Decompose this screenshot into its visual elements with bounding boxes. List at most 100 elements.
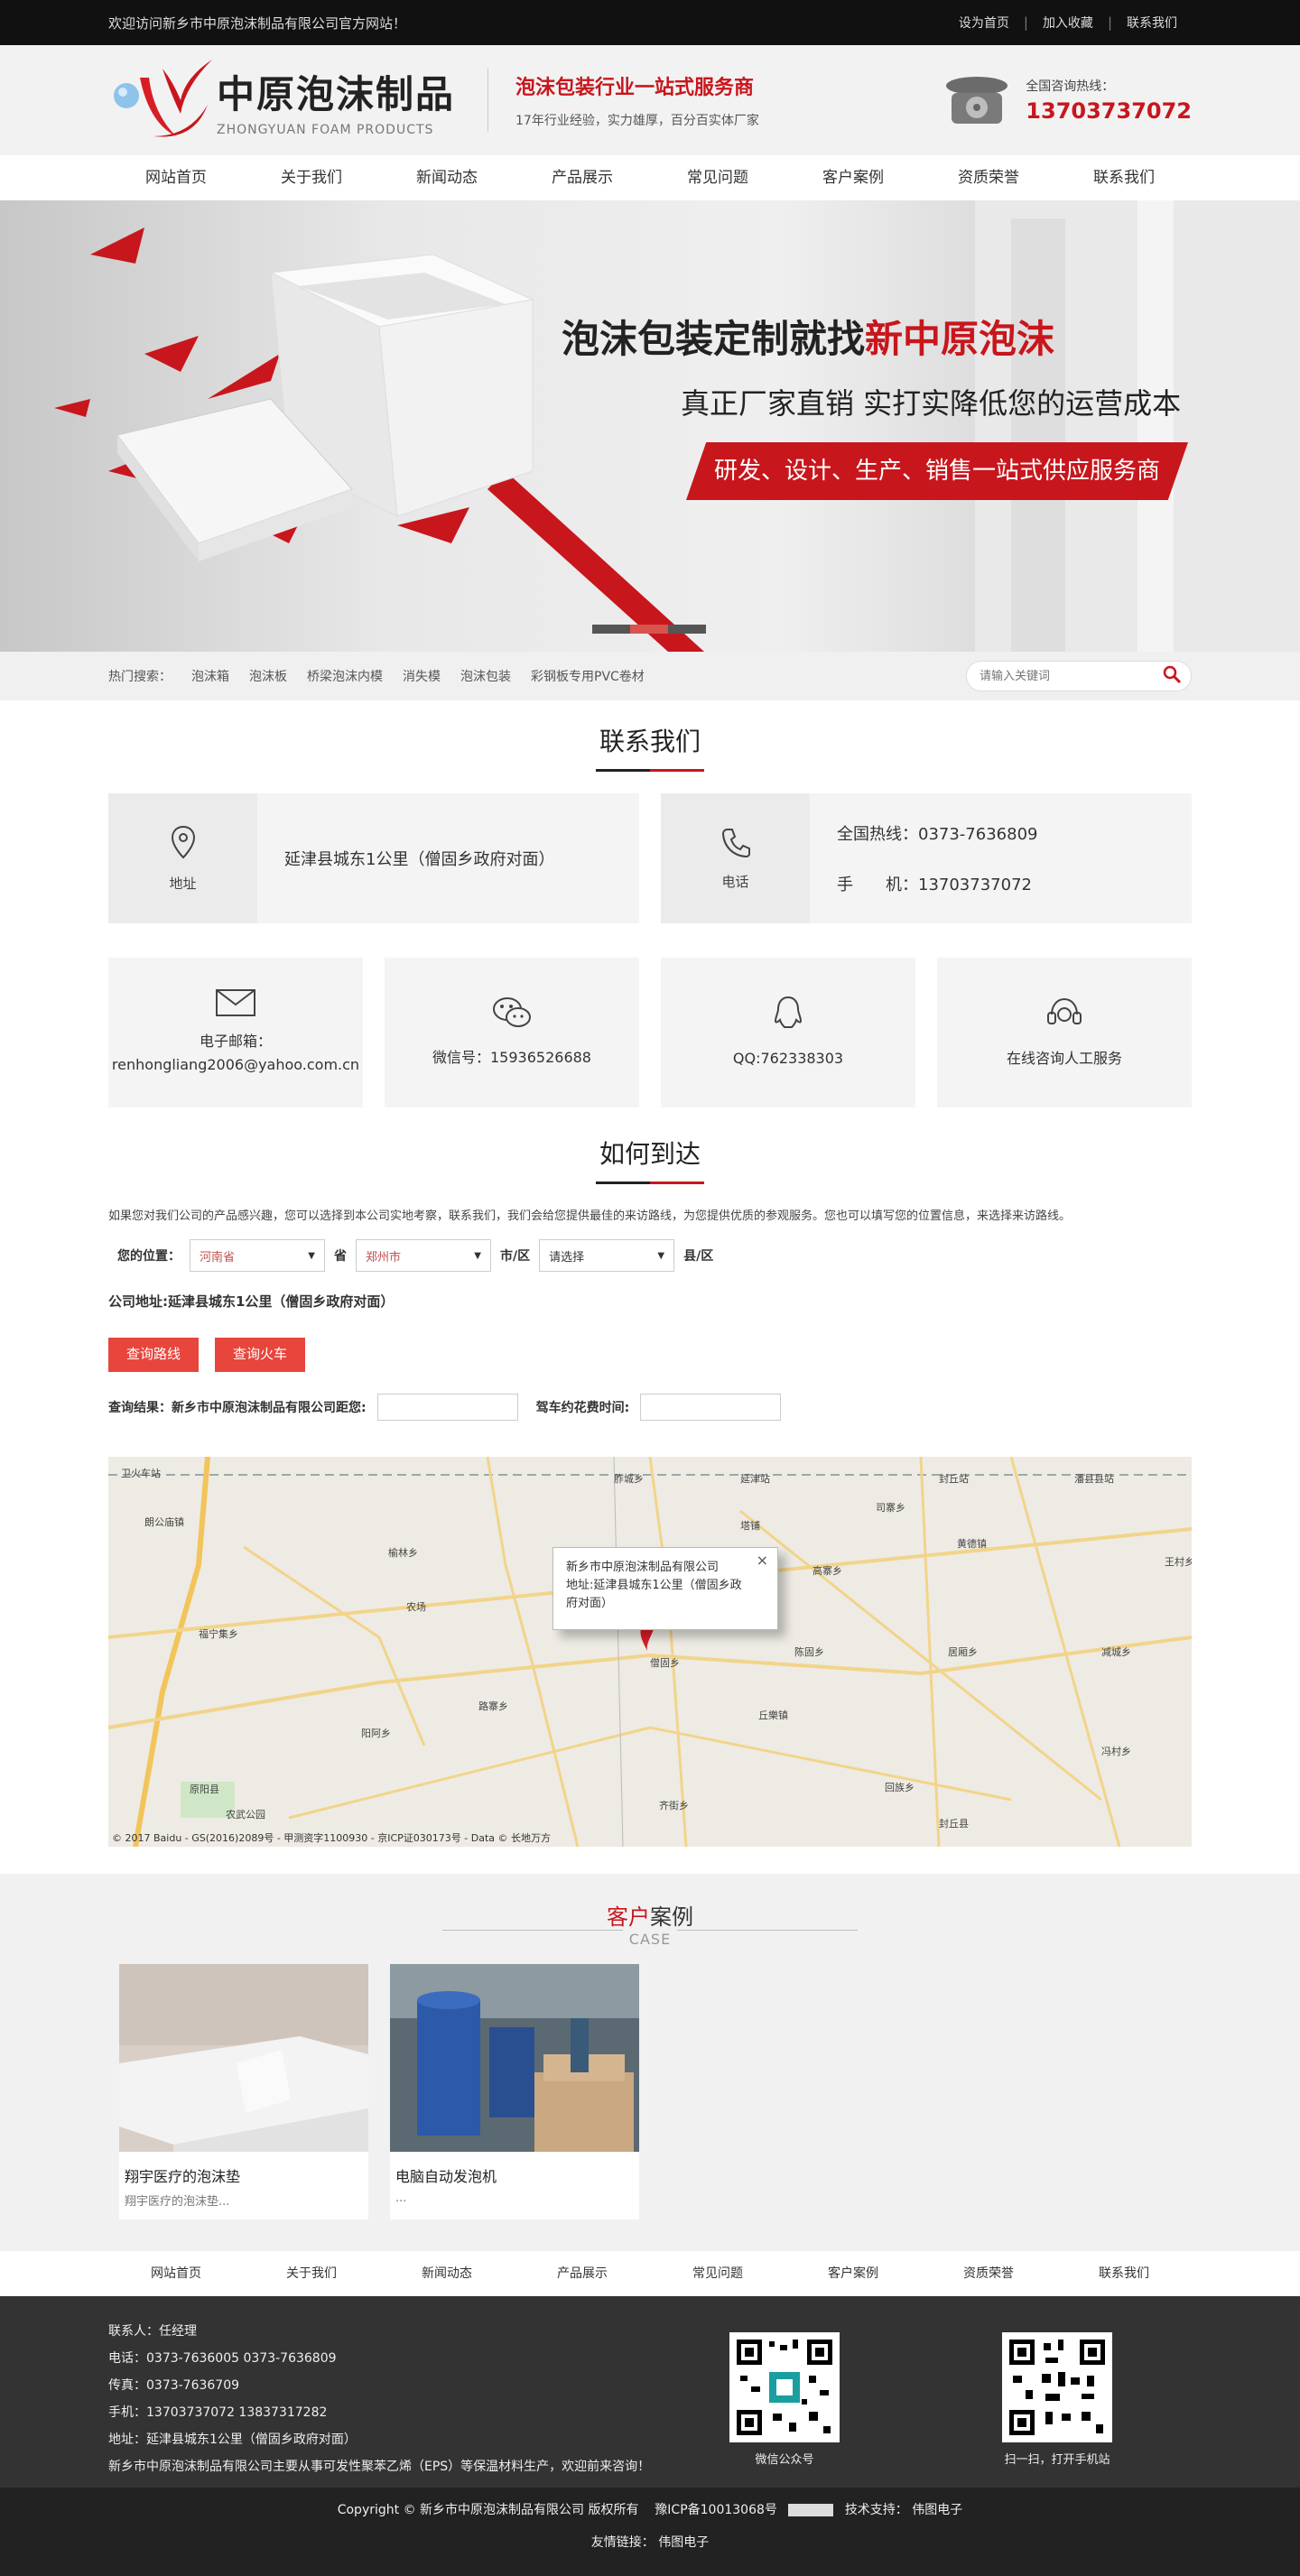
nav-faq[interactable]: 常见问题 [650, 155, 785, 200]
wechat-card: 微信号：15936526688 [385, 958, 639, 1107]
svg-text:农武公园: 农武公园 [226, 1808, 265, 1821]
case-card[interactable]: 电脑自动发泡机 ... [390, 1964, 639, 2219]
hero-banner[interactable]: 泡沫包装定制就找新中原泡沫 真正厂家直销 实打实降低您的运营成本 研发、设计、生… [0, 200, 1300, 652]
slogan: 泡沫包装行业一站式服务商 17年行业经验，实力雄厚，百分百实体厂家 [515, 71, 759, 129]
nav-about[interactable]: 关于我们 [244, 155, 379, 200]
nav-home[interactable]: 网站首页 [108, 155, 244, 200]
banner-dot[interactable] [668, 625, 706, 634]
svg-text:封丘站: 封丘站 [939, 1472, 969, 1485]
route-section: 如何到达 如果您对我们公司的产品感兴趣，您可以选择到本公司实地考察，联系我们，我… [108, 1107, 1192, 1847]
query-train-button[interactable]: 查询火车 [215, 1338, 305, 1372]
distance-output[interactable] [376, 1394, 518, 1421]
phone-icon [720, 827, 751, 863]
footer-intro: 新乡市中原泡沫制品有限公司主要从事可发性聚苯乙烯（EPS）等保温材料生产，欢迎前… [108, 2460, 651, 2474]
online-service-card[interactable]: 在线咨询人工服务 [937, 958, 1192, 1107]
hot-keyword[interactable]: 泡沫板 [249, 667, 287, 685]
envelope-icon [215, 988, 256, 1024]
wechat-qr: 微信公众号 [729, 2332, 840, 2488]
footer-address: 地址：延津县城东1公里（僧固乡政府对面） [108, 2432, 357, 2447]
hot-keyword[interactable]: 彩钢板专用PVC卷材 [531, 667, 645, 685]
logo-cn: 中原泡沫制品 [217, 71, 456, 116]
hotline-label: 全国咨询热线： [1026, 79, 1115, 94]
hot-keyword[interactable]: 消失模 [403, 667, 441, 685]
company-address: 公司地址:延津县城东1公里（僧固乡政府对面） [108, 1293, 395, 1310]
tech-support-link[interactable]: 伟图电子 [912, 2503, 962, 2517]
route-description: 如果您对我们公司的产品感兴趣，您可以选择到本公司实地考察，联系我们，我们会给您提… [108, 1209, 1072, 1223]
welcome-text: 欢迎访问新乡市中原泡沫制品有限公司官方网站！ [108, 14, 407, 32]
site-footer: 联系人：任经理 电话：0373-7636005 0373-7636809 传真：… [0, 2296, 1300, 2488]
svg-text:胙城乡: 胙城乡 [614, 1472, 644, 1485]
footer-nav-about[interactable]: 关于我们 [244, 2251, 379, 2296]
svg-text:居厢乡: 居厢乡 [948, 1646, 978, 1658]
svg-text:卫火车站: 卫火车站 [121, 1467, 161, 1479]
hot-search-label: 热门搜索： [108, 670, 172, 684]
city-select[interactable]: 郑州市 ▼ [356, 1239, 491, 1272]
map-roads: 卫火车站 朗公庙镇 胙城乡 延津站 封丘站 潘县县站 榆林乡 农场 塔铺 高寨乡… [108, 1457, 1192, 1847]
logo[interactable]: 中原泡沫制品 ZHONGYUAN FOAM PRODUCTS [108, 51, 488, 150]
province-select[interactable]: 河南省 ▼ [190, 1239, 325, 1272]
contact-title: 联系我们 [599, 727, 701, 756]
svg-text:高寨乡: 高寨乡 [812, 1564, 842, 1577]
case-card[interactable]: 翔宇医疗的泡沫垫 翔宇医疗的泡沫垫... [119, 1964, 368, 2219]
close-icon[interactable]: × [757, 1552, 768, 1570]
footer-nav-faq[interactable]: 常见问题 [650, 2251, 785, 2296]
footer-nav-news[interactable]: 新闻动态 [379, 2251, 515, 2296]
hot-keyword[interactable]: 泡沫包装 [460, 667, 511, 685]
cases-title: 客户案例 [607, 1904, 693, 1930]
qq-number[interactable]: QQ:762338303 [733, 1047, 843, 1070]
friend-link[interactable]: 伟图电子 [658, 2535, 709, 2550]
set-homepage-link[interactable]: 设为首页 [944, 14, 1024, 32]
copyright-bar: Copyright © 新乡市中原泡沫制品有限公司 版权所有 豫ICP备1001… [0, 2488, 1300, 2576]
contact-us-link[interactable]: 联系我们 [1112, 14, 1192, 32]
footer-nav-cases[interactable]: 客户案例 [785, 2251, 921, 2296]
svg-text:黄德镇: 黄德镇 [957, 1537, 987, 1550]
nav-contact[interactable]: 联系我们 [1056, 155, 1192, 200]
banner-dot-active[interactable] [630, 625, 668, 634]
footer-phone: 电话：0373-7636005 0373-7636809 [108, 2351, 337, 2366]
footer-nav: 网站首页 关于我们 新闻动态 产品展示 常见问题 客户案例 资质荣誉 联系我们 [0, 2251, 1300, 2296]
footer-nav-products[interactable]: 产品展示 [515, 2251, 650, 2296]
mobile-number: 手 机：13703737072 [837, 876, 1032, 894]
nav-honors[interactable]: 资质荣誉 [921, 155, 1056, 200]
baidu-map[interactable]: 卫火车站 朗公庙镇 胙城乡 延津站 封丘站 潘县县站 榆林乡 农场 塔铺 高寨乡… [108, 1457, 1192, 1847]
nav-news[interactable]: 新闻动态 [379, 155, 515, 200]
cnzz-badge-icon[interactable] [788, 2504, 834, 2516]
map-info-popup: × 新乡市中原泡沫制品有限公司 地址:延津县城东1公里（僧固乡政 府对面） [552, 1547, 778, 1630]
location-pin-icon [170, 825, 197, 865]
footer-nav-home[interactable]: 网站首页 [108, 2251, 244, 2296]
footer-nav-contact[interactable]: 联系我们 [1056, 2251, 1192, 2296]
county-select[interactable]: 请选择 ▼ [539, 1239, 675, 1272]
svg-text:回族乡: 回族乡 [885, 1781, 915, 1793]
hot-keyword[interactable]: 桥梁泡沫内模 [307, 667, 383, 685]
query-route-button[interactable]: 查询路线 [108, 1338, 199, 1372]
banner-product-image [54, 200, 1300, 652]
headset-icon [1045, 995, 1084, 1038]
svg-text:陈固乡: 陈固乡 [794, 1645, 824, 1658]
banner-headline: 泡沫包装定制就找新中原泡沫 [562, 317, 1055, 361]
time-output[interactable] [640, 1394, 782, 1421]
case-desc: ... [395, 2191, 407, 2205]
logo-mark-icon [108, 51, 217, 150]
banner-dot[interactable] [592, 625, 630, 634]
telephone-icon [941, 73, 1013, 127]
search-input[interactable] [980, 669, 1162, 683]
search-icon[interactable] [1162, 664, 1182, 688]
slogan-title: 泡沫包装行业一站式服务商 [515, 77, 755, 99]
nav-products[interactable]: 产品展示 [515, 155, 650, 200]
case-image [119, 1964, 368, 2152]
wechat-qr-caption: 微信公众号 [755, 2453, 814, 2467]
footer-nav-honors[interactable]: 资质荣誉 [921, 2251, 1056, 2296]
svg-text:农场: 农场 [406, 1600, 426, 1613]
icp-number[interactable]: 豫ICP备10013068号 [655, 2503, 777, 2517]
friend-links-label: 友情链接： [590, 2535, 655, 2550]
add-favorite-link[interactable]: 加入收藏 [1028, 14, 1108, 32]
case-name: 电脑自动发泡机 [395, 2168, 497, 2185]
svg-text:原阳县: 原阳县 [190, 1784, 219, 1795]
nav-cases[interactable]: 客户案例 [785, 155, 921, 200]
phone-label: 电话 [721, 873, 749, 890]
hot-keyword[interactable]: 泡沫箱 [191, 667, 229, 685]
svg-text:减城乡: 减城乡 [1101, 1646, 1131, 1658]
email-address[interactable]: renhongliang2006@yahoo.com.cn [112, 1053, 359, 1077]
footer-mobile: 手机：13703737072 13837317282 [108, 2405, 328, 2420]
svg-text:榆林乡: 榆林乡 [388, 1546, 418, 1559]
